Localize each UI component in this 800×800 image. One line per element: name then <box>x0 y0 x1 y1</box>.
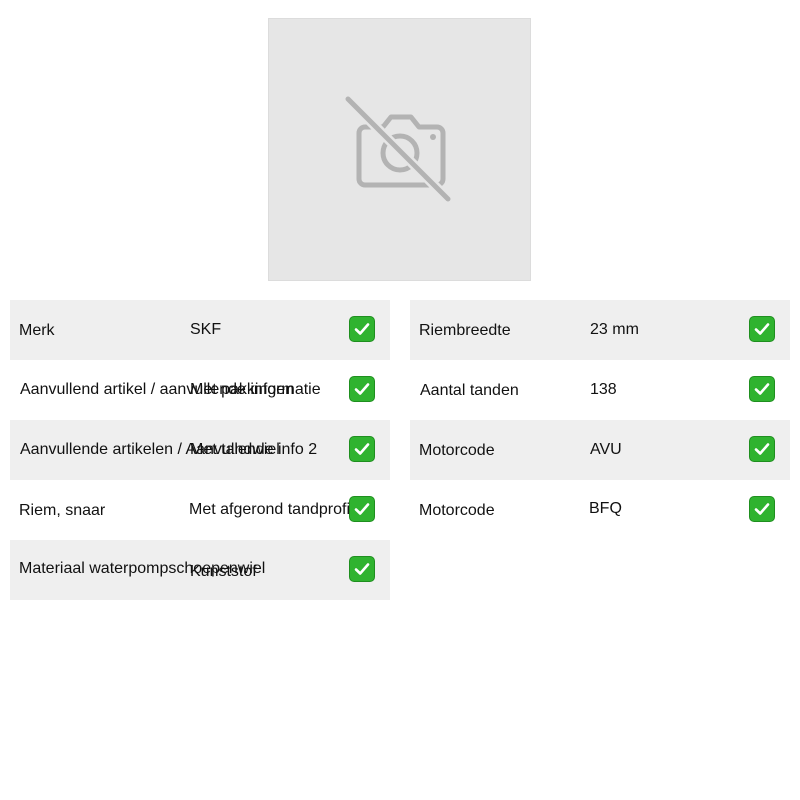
check-icon <box>349 436 375 462</box>
spec-label: Riem, snaar <box>19 502 106 519</box>
spec-label: Motorcode <box>419 502 495 519</box>
spec-label: Merk <box>19 322 55 339</box>
spec-label: Motorcode <box>419 442 495 459</box>
spec-row: Motorcode BFQ <box>410 480 790 540</box>
spec-row: Riem, snaar Met afgerond tandprofiel <box>10 480 390 540</box>
spec-value: 23 mm <box>590 321 639 338</box>
spec-value: Met pakkingen <box>190 381 295 398</box>
product-spec-page: Merk SKF Aanvullend artikel / aanvullend… <box>0 0 800 800</box>
spec-value: Kunststof <box>190 563 257 580</box>
spec-value: SKF <box>190 321 222 338</box>
spec-row: Aanvullend artikel / aanvullende informa… <box>10 360 390 420</box>
spec-value: 138 <box>590 381 617 398</box>
product-image-placeholder <box>268 18 531 281</box>
spec-label: Riembreedte <box>419 322 511 339</box>
check-icon <box>349 376 375 402</box>
spec-row: Materiaal waterpompschoepenwiel Kunststo… <box>10 540 390 600</box>
spec-value: Met afgerond tandprofiel <box>189 501 363 518</box>
spec-row: Motorcode AVU <box>410 420 790 480</box>
spec-table-right: Riembreedte 23 mm Aantal tanden 138 Moto… <box>410 300 790 540</box>
check-icon <box>749 436 775 462</box>
spec-value: BFQ <box>589 500 622 517</box>
check-icon <box>749 316 775 342</box>
check-icon <box>349 496 375 522</box>
check-icon <box>349 316 375 342</box>
check-icon <box>349 556 375 582</box>
camera-off-icon <box>344 94 455 205</box>
spec-row: Merk SKF <box>10 300 390 360</box>
check-icon <box>749 376 775 402</box>
spec-table-left: Merk SKF Aanvullend artikel / aanvullend… <box>10 300 390 600</box>
spec-row: Riembreedte 23 mm <box>410 300 790 360</box>
check-icon <box>749 496 775 522</box>
spec-value: Met tandwiel <box>190 441 280 458</box>
spec-row: Aanvullende artikelen / Aanvullende info… <box>10 420 390 480</box>
spec-row: Aantal tanden 138 <box>410 360 790 420</box>
spec-value: AVU <box>590 441 622 458</box>
spec-label: Aantal tanden <box>420 382 519 399</box>
